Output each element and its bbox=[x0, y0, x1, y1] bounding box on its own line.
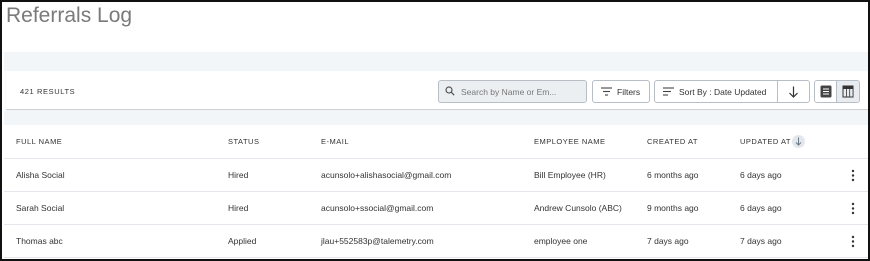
search-icon bbox=[445, 86, 455, 96]
cell-updated-at: 6 days ago bbox=[740, 203, 782, 213]
table-row[interactable]: Alisha Social Hired acunsolo+alishasocia… bbox=[4, 159, 868, 192]
toolbar: 421 RESULTS Filters Sort By : Date Upda bbox=[6, 72, 868, 110]
table-view-button[interactable] bbox=[837, 81, 859, 102]
column-header-employee-name[interactable]: EMPLOYEE NAME bbox=[534, 137, 606, 146]
cell-status: Hired bbox=[228, 170, 249, 180]
arrow-down-icon bbox=[795, 137, 802, 146]
sort-lines-icon bbox=[663, 87, 674, 96]
cell-created-at: 7 days ago bbox=[647, 236, 689, 246]
table-row[interactable]: Sarah Social Hired acunsolo+ssocial@gmai… bbox=[4, 192, 868, 225]
cell-status: Applied bbox=[228, 236, 257, 246]
app-frame: Referrals Log 421 RESULTS Filters bbox=[0, 0, 870, 261]
column-header-email[interactable]: E-MAIL bbox=[321, 137, 349, 146]
cell-email: acunsolo+alishasocial@gmail.com bbox=[321, 170, 452, 180]
kebab-menu-icon[interactable] bbox=[850, 235, 856, 248]
cell-employee-name: Andrew Cunsolo (ABC) bbox=[534, 203, 622, 213]
table-view-icon bbox=[842, 85, 854, 98]
column-header-status[interactable]: STATUS bbox=[228, 137, 259, 146]
table-header: FULL NAME STATUS E-MAIL EMPLOYEE NAME CR… bbox=[4, 125, 868, 159]
header-band bbox=[4, 52, 868, 71]
page-title: Referrals Log bbox=[6, 4, 133, 27]
search-box[interactable] bbox=[438, 80, 587, 103]
cell-full-name: Thomas abc bbox=[16, 236, 63, 246]
table-row[interactable]: Thomas abc Applied jlau+552583p@talemetr… bbox=[4, 225, 868, 258]
sort-label: Sort By : Date Updated bbox=[679, 87, 767, 97]
results-count: 421 RESULTS bbox=[20, 87, 76, 96]
filters-button[interactable]: Filters bbox=[592, 80, 650, 103]
cell-email: acunsolo+ssocial@gmail.com bbox=[321, 203, 434, 213]
column-header-full-name[interactable]: FULL NAME bbox=[16, 137, 62, 146]
cell-updated-at: 6 days ago bbox=[740, 170, 782, 180]
sort-dropdown[interactable]: Sort By : Date Updated bbox=[654, 80, 810, 103]
cell-status: Hired bbox=[228, 203, 249, 213]
search-input[interactable] bbox=[461, 84, 583, 99]
cell-full-name: Sarah Social bbox=[16, 203, 65, 213]
cell-updated-at: 7 days ago bbox=[740, 236, 782, 246]
column-header-updated-at[interactable]: UPDATED AT bbox=[740, 137, 791, 146]
list-view-button[interactable] bbox=[815, 81, 837, 102]
kebab-menu-icon[interactable] bbox=[850, 202, 856, 215]
filters-label: Filters bbox=[617, 87, 641, 97]
cell-employee-name: employee one bbox=[534, 236, 588, 246]
referrals-table: FULL NAME STATUS E-MAIL EMPLOYEE NAME CR… bbox=[4, 125, 868, 258]
sort-divider bbox=[777, 81, 778, 102]
kebab-menu-icon[interactable] bbox=[850, 169, 856, 182]
cell-email: jlau+552583p@talemetry.com bbox=[321, 236, 434, 246]
cell-employee-name: Bill Employee (HR) bbox=[534, 170, 606, 180]
table-top-band bbox=[4, 111, 868, 125]
list-view-icon bbox=[820, 85, 832, 98]
cell-created-at: 6 months ago bbox=[647, 170, 699, 180]
view-toggle bbox=[814, 80, 860, 103]
sort-indicator[interactable] bbox=[792, 135, 805, 148]
filter-lines-icon bbox=[601, 87, 612, 96]
arrow-down-icon[interactable] bbox=[788, 86, 799, 98]
cell-full-name: Alisha Social bbox=[16, 170, 65, 180]
column-header-created-at[interactable]: CREATED AT bbox=[647, 137, 698, 146]
cell-created-at: 9 months ago bbox=[647, 203, 699, 213]
